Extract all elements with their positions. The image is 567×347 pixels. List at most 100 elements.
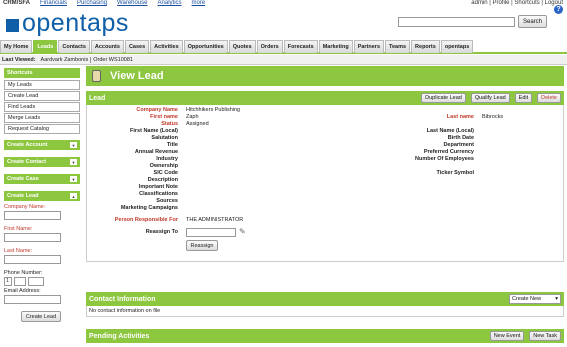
description-label: Description <box>147 177 178 183</box>
tab-reports[interactable]: Reports <box>411 40 440 53</box>
company-name-label: Company Name: <box>4 204 46 210</box>
phone-number-fields: 1 <box>4 277 80 286</box>
important-note-label: Important Note <box>138 184 178 190</box>
tab-my-home[interactable]: My Home <box>0 40 33 53</box>
search-button[interactable]: Search <box>518 15 547 28</box>
create-lead-label: Create Lead <box>7 193 39 199</box>
shortcut-my-leads[interactable]: My Leads <box>4 80 80 90</box>
app-link-purchasing[interactable]: Purchasing <box>77 0 107 8</box>
lead-panel-title: Lead <box>89 94 106 102</box>
annual-revenue-label: Annual Revenue <box>134 149 178 155</box>
create-case-label: Create Case <box>7 176 39 182</box>
phone-number-field[interactable] <box>28 277 44 286</box>
pending-activities-panel: Pending Activities New Event New Task <box>86 329 564 343</box>
phone-area-field[interactable] <box>14 277 26 286</box>
last-viewed-item[interactable]: Order WS10081 <box>91 57 135 63</box>
lead-details: Company Name Hitchhikers Publishing Firs… <box>86 105 564 262</box>
first-name-local-label: First Name (Local) <box>130 128 178 134</box>
person-responsible-value: THE ADMINISTRATOR <box>186 217 244 223</box>
page-title: View Lead <box>110 70 164 82</box>
last-viewed-item[interactable]: Aardvark Zambonis <box>39 56 92 63</box>
edit-button[interactable]: Edit <box>514 93 533 103</box>
tab-forecasts[interactable]: Forecasts <box>283 40 318 53</box>
company-name-field[interactable] <box>4 211 61 220</box>
preferred-currency-label: Preferred Currency <box>423 149 474 155</box>
expand-arrow-icon[interactable]: ▼ <box>70 142 77 148</box>
contact-info-empty: No contact information on file <box>86 306 564 317</box>
app-link-financials[interactable]: Financials <box>40 0 67 8</box>
last-viewed-label: Last Viewed: <box>2 56 36 63</box>
expand-arrow-icon[interactable]: ▼ <box>70 159 77 165</box>
shortcut-find-leads[interactable]: Find Leads <box>4 102 80 112</box>
lead-icon <box>92 70 101 82</box>
new-task-button[interactable]: New Task <box>529 331 561 341</box>
app-link-analytics[interactable]: Analytics <box>158 0 182 8</box>
company-name-value: Hitchhikers Publishing <box>186 107 241 113</box>
duplicate-lead-button[interactable]: Duplicate Lead <box>421 93 466 103</box>
tab-quotes[interactable]: Quotes <box>228 40 256 53</box>
tab-cases[interactable]: Cases <box>124 40 150 53</box>
qualify-lead-button[interactable]: Qualify Lead <box>470 93 510 103</box>
last-name-value: Bibrocks <box>482 114 504 120</box>
first-name-label: First Name: <box>4 226 33 232</box>
app-link-crm[interactable]: CRM/SFA <box>3 0 30 8</box>
email-field[interactable] <box>4 295 61 304</box>
tab-accounts[interactable]: Accounts <box>90 40 124 53</box>
tab-orders[interactable]: Orders <box>256 40 283 53</box>
tab-partners[interactable]: Partners <box>353 40 385 53</box>
phone-country-field[interactable]: 1 <box>4 277 12 286</box>
contact-info-header: Contact Information Create New ▾ <box>86 292 564 306</box>
expand-arrow-icon[interactable]: ▼ <box>70 176 77 182</box>
salutation-label: Salutation <box>151 135 178 141</box>
delete-button[interactable]: Delete <box>537 93 561 103</box>
shortcuts-title: Shortcuts <box>7 70 33 76</box>
new-event-button[interactable]: New Event <box>489 331 525 341</box>
user-links[interactable]: admin | Profile | Shortcuts | Logout <box>471 0 563 6</box>
num-employees-label: Number Of Employees <box>415 156 474 162</box>
tab-contacts[interactable]: Contacts <box>58 40 90 53</box>
lookup-pencil-icon[interactable]: ✎ <box>239 227 246 236</box>
first-name-field[interactable] <box>4 233 61 242</box>
brand-logo: opentaps <box>6 10 129 36</box>
tab-activities[interactable]: Activities <box>150 40 183 53</box>
shortcut-merge-leads[interactable]: Merge Leads <box>4 113 80 123</box>
create-lead-header[interactable]: Create Lead ▲ <box>4 191 80 201</box>
search-input[interactable] <box>398 17 515 27</box>
logo-text: opentaps <box>22 9 129 37</box>
tab-opentaps[interactable]: opentaps <box>440 40 474 53</box>
create-account-header[interactable]: Create Account ▼ <box>4 140 80 150</box>
create-lead-button[interactable]: Create Lead <box>21 311 61 322</box>
app-link-more[interactable]: more <box>192 0 206 8</box>
tab-leads[interactable]: Leads <box>33 40 58 53</box>
last-name-label: Last name <box>446 114 474 120</box>
email-label: Email Address: <box>4 288 41 294</box>
shortcuts-header: Shortcuts <box>4 68 80 78</box>
page-title-bar: View Lead <box>86 66 564 86</box>
tab-marketing[interactable]: Marketing <box>318 40 353 53</box>
phone-number-label: Phone Number: <box>4 270 43 276</box>
birth-date-label: Birth Date <box>447 135 474 141</box>
last-name-field[interactable] <box>4 255 61 264</box>
chevron-down-icon: ▾ <box>555 296 558 302</box>
reassign-to-input[interactable] <box>186 228 236 237</box>
collapse-arrow-icon[interactable]: ▲ <box>70 193 77 199</box>
tab-opportunities[interactable]: Opportunities <box>183 40 228 53</box>
reassign-button[interactable]: Reassign <box>186 240 218 251</box>
shortcut-create-lead[interactable]: Create Lead <box>4 91 80 101</box>
lead-actions: Duplicate Lead Qualify Lead Edit Delete <box>418 93 561 103</box>
reassign-to-label: Reassign To <box>145 229 178 235</box>
sidebar: Shortcuts My Leads Create Lead Find Lead… <box>4 68 80 322</box>
app-link-warehouse[interactable]: Warehouse <box>117 0 147 8</box>
sic-code-label: SIC Code <box>153 170 178 176</box>
first-name-label: First name <box>150 114 178 120</box>
create-new-select[interactable]: Create New ▾ <box>509 294 561 304</box>
pending-actions: New Event New Task <box>487 331 561 341</box>
tab-teams[interactable]: Teams <box>385 40 411 53</box>
shortcut-request-catalog[interactable]: Request Catalog <box>4 124 80 134</box>
ownership-label: Ownership <box>149 163 178 169</box>
create-contact-header[interactable]: Create Contact ▼ <box>4 157 80 167</box>
help-icon[interactable]: ? <box>554 5 563 14</box>
create-case-header[interactable]: Create Case ▼ <box>4 174 80 184</box>
department-label: Department <box>443 142 474 148</box>
create-new-select-value: Create New <box>512 296 542 302</box>
